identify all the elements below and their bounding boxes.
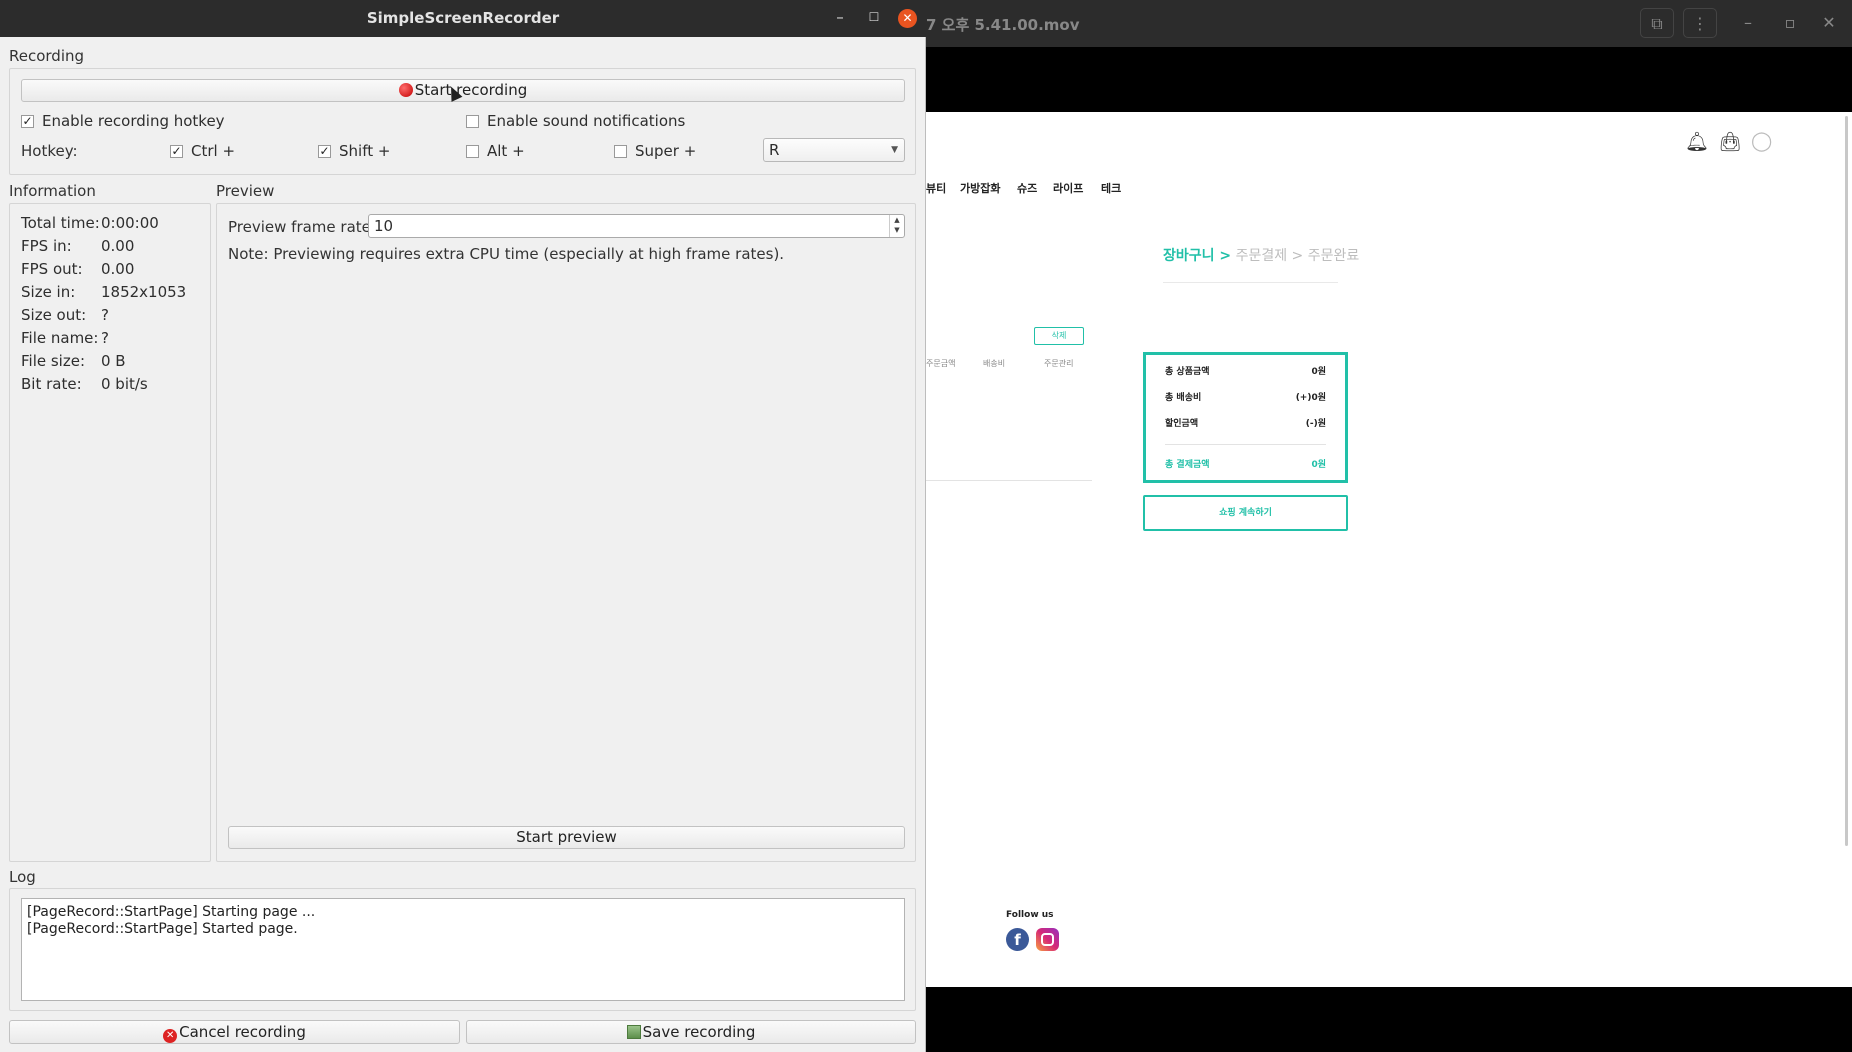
window-titlebar: SimpleScreenRecorder – ☐ ✕ (0, 0, 926, 37)
information-group (9, 203, 211, 862)
nav-item[interactable]: 라이프 (1053, 180, 1083, 196)
info-row-file-name: File name:? (21, 329, 109, 347)
cancel-recording-label: Cancel recording (179, 1023, 306, 1041)
minimize-icon[interactable]: – (1731, 8, 1765, 38)
hotkey-key-select[interactable]: R ▼ (763, 138, 905, 162)
info-row-size-out: Size out:? (21, 306, 109, 324)
hotkey-key-value: R (769, 141, 780, 159)
nav-item[interactable]: 슈즈 (1017, 180, 1037, 196)
recording-section-label: Recording (9, 47, 85, 65)
chevron-down-icon: ▼ (891, 145, 898, 155)
restore-icon[interactable]: ▫ (1773, 8, 1807, 38)
info-row-size-in: Size in: 1852x1053 (21, 283, 187, 301)
divider (1165, 444, 1326, 445)
frame-rate-value: 10 (374, 217, 394, 235)
hotkey-label: Hotkey: (21, 142, 78, 160)
information-section-label: Information (9, 182, 96, 200)
cancel-recording-button[interactable]: ✕ Cancel recording (9, 1020, 460, 1044)
log-line: [PageRecord::StartPage] Started page. (27, 921, 298, 937)
breadcrumb-rest: 주문결제 > 주문완료 (1231, 248, 1360, 264)
summary-row: 할인금액 (-)원 (1165, 419, 1326, 429)
nav-item[interactable]: 뷰티 (926, 180, 946, 196)
bell-icon[interactable]: 🔔︎ (1685, 130, 1709, 153)
follow-us-label: Follow us (1006, 910, 1054, 920)
checkbox-label: Alt + (487, 142, 525, 160)
breadcrumb-current: 장바구니 > (1163, 248, 1232, 264)
nav-item[interactable]: 가방잡화 (960, 180, 1000, 196)
checkbox-icon[interactable] (466, 114, 479, 128)
picture-in-picture-icon[interactable]: ⧉ (1640, 8, 1674, 38)
log-textarea[interactable]: [PageRecord::StartPage] Starting page ..… (21, 898, 905, 1001)
super-checkbox[interactable]: Super + (614, 142, 696, 160)
order-summary-box: 총 상품금액 0원 총 배송비 (+)0원 할인금액 (-)원 총 결제금액 0원 (1143, 352, 1348, 483)
instagram-icon[interactable] (1036, 928, 1059, 951)
checkbox-icon[interactable] (466, 144, 479, 158)
summary-row: 총 상품금액 0원 (1165, 367, 1326, 377)
start-recording-label: Start recording (414, 81, 528, 99)
cancel-icon: ✕ (163, 1029, 178, 1043)
save-recording-button[interactable]: Save recording (466, 1020, 916, 1044)
checkbox-icon[interactable] (614, 144, 627, 158)
info-row-fps-out: FPS out: 0.00 (21, 260, 135, 278)
checkbox-label: Shift + (339, 142, 391, 160)
facebook-icon[interactable]: f (1006, 928, 1029, 951)
window-title: SimpleScreenRecorder (366, 9, 560, 27)
maximize-icon[interactable]: ☐ (864, 10, 884, 24)
log-line: [PageRecord::StartPage] Starting page ..… (27, 904, 316, 920)
shift-checkbox[interactable]: ✓ Shift + (318, 142, 390, 160)
delete-button[interactable]: 삭제 (1034, 327, 1084, 345)
close-icon[interactable]: ✕ (1812, 8, 1846, 38)
info-row-fps-in: FPS in: 0.00 (21, 237, 135, 255)
enable-sound-checkbox[interactable]: Enable sound notifications (466, 112, 685, 130)
summary-total: 총 결제금액 0원 (1165, 460, 1326, 470)
info-row-bit-rate: Bit rate: 0 bit/s (21, 375, 148, 393)
ctrl-checkbox[interactable]: ✓ Ctrl + (170, 142, 235, 160)
save-recording-label: Save recording (642, 1023, 756, 1041)
checkbox-icon[interactable]: ✓ (170, 144, 183, 158)
alt-checkbox[interactable]: Alt + (466, 142, 525, 160)
checkbox-label: Enable recording hotkey (42, 112, 225, 130)
spin-arrows-icon[interactable]: ▲ ▼ (889, 215, 904, 237)
preview-note: Note: Previewing requires extra CPU time… (228, 245, 785, 263)
user-icon[interactable]: ◯ (1751, 130, 1772, 152)
video-frame-webpage: 🔔︎ 👜︎ ◯ 뷰티 가방잡화 슈즈 라이프 테크 장바구니 > 주문결제 > … (926, 112, 1852, 987)
column-header: 주문금액 (926, 359, 956, 368)
minimize-icon[interactable]: – (830, 8, 850, 26)
divider (1163, 282, 1338, 283)
simplescreenrecorder-window: SimpleScreenRecorder – ☐ ✕ Recording Sta… (0, 0, 926, 1052)
checkbox-label: Ctrl + (191, 142, 236, 160)
close-icon[interactable]: ✕ (898, 9, 917, 28)
checkbox-icon[interactable]: ✓ (21, 114, 34, 128)
info-row-file-size: File size: 0 B (21, 352, 126, 370)
log-section-label: Log (9, 868, 36, 886)
enable-hotkey-checkbox[interactable]: ✓ Enable recording hotkey (21, 112, 225, 130)
page-scrollbar[interactable] (1845, 116, 1848, 846)
continue-shopping-button[interactable]: 쇼핑 계속하기 (1143, 495, 1348, 531)
preview-group (216, 203, 916, 862)
record-icon (398, 83, 413, 97)
preview-section-label: Preview (216, 182, 275, 200)
divider (926, 480, 1092, 481)
start-recording-button[interactable]: Start recording (21, 79, 905, 102)
checkbox-label: Enable sound notifications (487, 112, 686, 130)
start-preview-button[interactable]: Start preview (228, 826, 905, 849)
checkbox-label: Super + (635, 142, 697, 160)
save-icon (626, 1025, 641, 1039)
shopping-bag-icon[interactable]: 👜︎ (1718, 130, 1742, 153)
column-header: 배송비 (983, 359, 1006, 368)
player-title: 7 오후 5.41.00.mov (926, 16, 1080, 34)
checkbox-icon[interactable]: ✓ (318, 144, 331, 158)
frame-rate-label: Preview frame rate: (228, 218, 376, 236)
column-header: 주문관리 (1044, 359, 1074, 368)
checkout-breadcrumb: 장바구니 > 주문결제 > 주문완료 (1163, 245, 1359, 265)
frame-rate-spinbox[interactable]: 10 ▲ ▼ (368, 214, 905, 238)
summary-row: 총 배송비 (+)0원 (1165, 393, 1326, 403)
more-icon[interactable]: ⋮ (1683, 8, 1717, 38)
nav-item[interactable]: 테크 (1101, 180, 1121, 196)
info-row-total-time: Total time: 0:00:00 (21, 214, 159, 232)
